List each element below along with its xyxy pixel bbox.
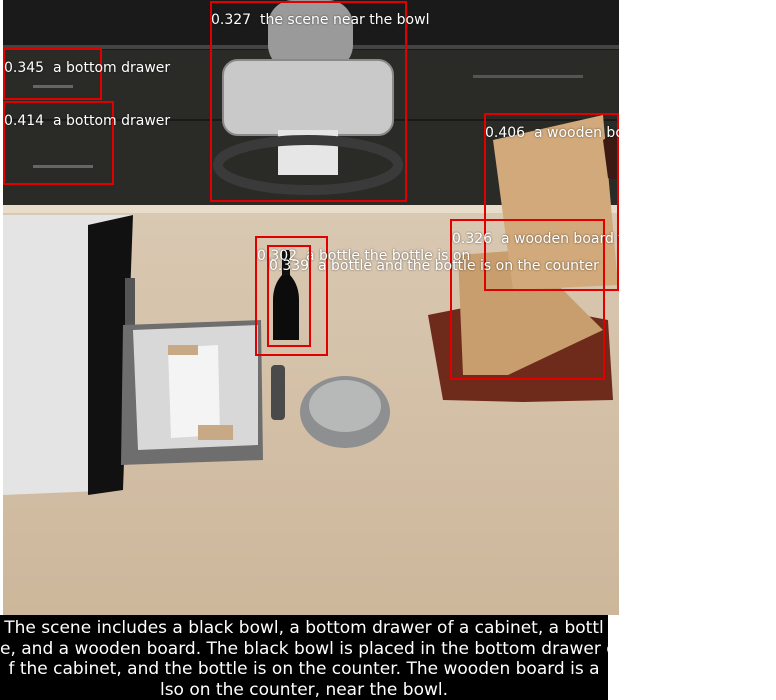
detection-text: a wooden board t — [501, 231, 619, 247]
detection-score: 0.345 — [4, 60, 45, 76]
detection-text: the scene near the bowl — [260, 12, 430, 28]
caption-line: lso on the counter, near the bowl. — [159, 679, 449, 700]
detection-score: 0.339 — [269, 258, 310, 274]
detection-text: a wooden board — [534, 125, 619, 141]
detection-label-board-1: 0.406 a wooden board — [485, 125, 619, 141]
detection-label-board-2: 0.326 a wooden board t — [452, 231, 619, 247]
detection-score: 0.414 — [4, 113, 45, 129]
detection-score: 0.406 — [485, 125, 526, 141]
caption-line: f the cabinet, and the bottle is on the … — [8, 659, 600, 679]
scene-image — [3, 0, 619, 615]
detection-label-bottle-2: 0.339 a bottle and the bottle is on the … — [269, 258, 599, 274]
detection-score: 0.327 — [211, 12, 252, 28]
detection-score: 0.326 — [452, 231, 493, 247]
detection-label-drawer-2: 0.414 a bottom drawer — [4, 113, 170, 129]
detection-label-scene: 0.327 the scene near the bowl — [211, 12, 429, 28]
detection-text: a bottom drawer — [53, 60, 171, 76]
detection-text: a bottle and the bottle is on the counte… — [318, 258, 599, 274]
caption-line: The scene includes a black bowl, a botto… — [4, 618, 604, 638]
kitchen-scene-illustration — [3, 0, 619, 615]
scene-caption: The scene includes a black bowl, a botto… — [0, 615, 608, 700]
caption-line: e, and a wooden board. The black bowl is… — [0, 638, 608, 659]
detection-label-drawer-1: 0.345 a bottom drawer — [4, 60, 170, 76]
detection-text: a bottom drawer — [53, 113, 171, 129]
